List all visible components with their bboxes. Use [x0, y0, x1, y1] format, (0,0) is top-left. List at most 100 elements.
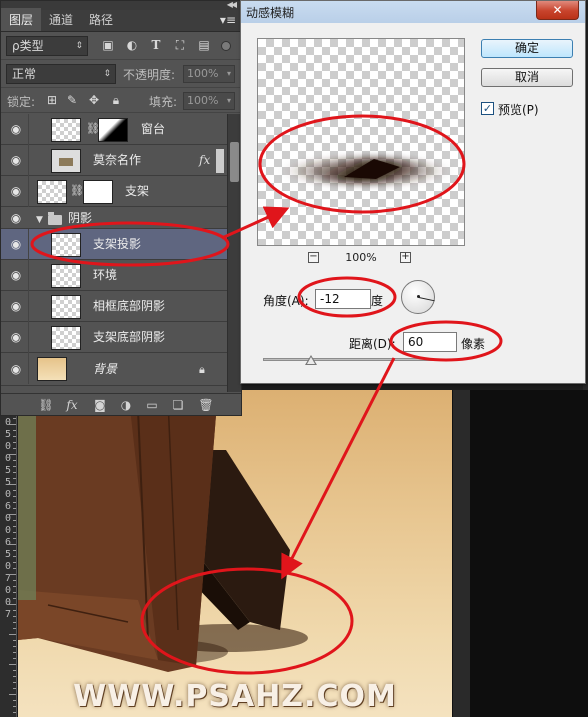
- cancel-button[interactable]: 取消: [481, 68, 573, 87]
- zoom-level: 100%: [345, 251, 377, 264]
- layer-row-environment[interactable]: ◉ 环境: [1, 260, 227, 291]
- add-mask-icon[interactable]: ◙: [91, 396, 109, 414]
- angle-dial-needle: [418, 297, 435, 302]
- visibility-eye-icon[interactable]: ◉: [7, 145, 25, 176]
- ruler-tick: [13, 586, 16, 587]
- ruler-tick: [13, 466, 16, 467]
- layer-mask-thumbnail[interactable]: [98, 118, 128, 142]
- layer-row-windowsill[interactable]: ◉ ⛓ 窗台: [1, 114, 227, 145]
- angle-input[interactable]: -12: [315, 289, 371, 309]
- layer-group-shadow[interactable]: ◉ ▼ 阴影: [1, 207, 227, 229]
- layer-row-support-bottom-shadow[interactable]: ◉ 支架底部阴影: [1, 322, 227, 353]
- ruler-label: 0: [4, 585, 12, 596]
- new-group-icon[interactable]: ▭: [143, 396, 161, 414]
- preview-checkbox[interactable]: ✓: [481, 102, 494, 115]
- ruler-label: 5: [4, 477, 12, 488]
- layer-row-support[interactable]: ◉ ⛓ 支架: [1, 176, 227, 207]
- opacity-field[interactable]: 100% ▾: [183, 65, 235, 83]
- visibility-eye-icon[interactable]: ◉: [7, 229, 25, 260]
- ok-button[interactable]: 确定: [481, 39, 573, 58]
- ruler-label: 6: [4, 537, 12, 548]
- layer-name: 支架投影: [93, 237, 142, 251]
- collapse-panel-icon[interactable]: ◀◀: [227, 0, 237, 9]
- visibility-eye-icon[interactable]: ◉: [7, 114, 25, 145]
- distance-slider-thumb[interactable]: [305, 355, 317, 365]
- visibility-eye-icon[interactable]: ◉: [7, 322, 25, 353]
- chevron-updown-icon: ⇕: [103, 69, 111, 79]
- dialog-title-bar[interactable]: 动感模糊 ✕: [241, 1, 585, 23]
- layer-row-monet[interactable]: ◉ 莫奈名作 fx: [1, 145, 227, 176]
- layers-scrollbar[interactable]: [227, 114, 241, 392]
- ruler-label: 0: [4, 489, 12, 500]
- ruler-tick: [13, 502, 16, 503]
- zoom-out-button[interactable]: −: [308, 252, 319, 263]
- layer-row-frame-bottom-shadow[interactable]: ◉ 相框底部阴影: [1, 291, 227, 322]
- visibility-eye-icon[interactable]: ◉: [7, 260, 25, 291]
- ruler-tick: [13, 580, 16, 581]
- layer-thumbnail: [51, 149, 81, 173]
- angle-dial[interactable]: [401, 280, 435, 314]
- trash-icon[interactable]: 🗑︎: [197, 396, 215, 414]
- ruler-tick: [13, 568, 16, 569]
- layer-thumbnail: [51, 118, 81, 142]
- fill-value: 100%: [187, 94, 219, 107]
- ruler-tick: [13, 628, 16, 629]
- visibility-eye-icon[interactable]: ◉: [7, 291, 25, 322]
- ruler-tick: [13, 712, 16, 713]
- image-filter-icon[interactable]: ▣: [101, 38, 115, 52]
- type-filter-icon[interactable]: T: [149, 38, 163, 52]
- ruler-tick: [13, 676, 16, 677]
- canvas-scrollbar[interactable]: [452, 390, 470, 717]
- lock-image-icon[interactable]: ✎: [65, 93, 79, 107]
- ruler-tick: [9, 424, 16, 425]
- blend-mode-value: 正常: [12, 67, 37, 81]
- ruler-tick: [13, 496, 16, 497]
- panel-tabs: 图层 通道 路径 ▾≡: [1, 8, 241, 32]
- adjustment-layer-icon[interactable]: ◑: [117, 396, 135, 414]
- scrollbar-thumb[interactable]: [230, 142, 239, 182]
- lock-transparent-icon[interactable]: ⊞: [45, 93, 59, 107]
- layer-thumbnail: [51, 295, 81, 319]
- layer-name: 窗台: [141, 122, 166, 136]
- fx-icon[interactable]: fx: [63, 396, 81, 414]
- ruler-tick: [13, 706, 16, 707]
- lock-position-icon[interactable]: ✥: [87, 93, 101, 107]
- distance-slider-track[interactable]: [263, 358, 433, 361]
- layer-row-support-shadow[interactable]: ◉ 支架投影: [1, 229, 227, 260]
- chain-link-icon[interactable]: ⛓: [70, 184, 84, 197]
- shape-filter-icon[interactable]: ⛶: [173, 38, 187, 52]
- layer-filter-value: ρ类型: [12, 39, 44, 53]
- layer-thumbnail: [51, 233, 81, 257]
- ruler-tick: [13, 508, 16, 509]
- layer-name: 支架: [125, 184, 150, 198]
- close-button[interactable]: ✕: [536, 1, 579, 20]
- filter-toggle-icon[interactable]: [221, 41, 231, 51]
- fill-field[interactable]: 100% ▾: [183, 92, 235, 110]
- tab-layers[interactable]: 图层: [1, 8, 42, 31]
- layer-name: 阴影: [68, 211, 93, 225]
- visibility-eye-icon[interactable]: ◉: [7, 207, 25, 229]
- adjustment-filter-icon[interactable]: ◐: [125, 38, 139, 52]
- tab-channels[interactable]: 通道: [41, 8, 81, 31]
- effects-expand-icon[interactable]: [216, 149, 224, 173]
- new-layer-icon[interactable]: ❏: [169, 396, 187, 414]
- tab-paths[interactable]: 路径: [81, 8, 121, 31]
- ruler-tick: [13, 478, 16, 479]
- visibility-eye-icon[interactable]: ◉: [7, 353, 25, 384]
- layer-row-background[interactable]: ◉ 背景 🔒︎: [1, 353, 227, 386]
- visibility-eye-icon[interactable]: ◉: [7, 176, 25, 207]
- layer-mask-thumbnail[interactable]: [83, 180, 113, 204]
- ruler-tick: [9, 604, 16, 605]
- layer-effects-fx-icon[interactable]: fx: [199, 145, 210, 176]
- blend-mode-select[interactable]: 正常 ⇕: [6, 64, 116, 84]
- filter-preview[interactable]: [257, 38, 465, 246]
- link-layers-icon[interactable]: ⛓: [37, 396, 55, 414]
- ruler-tick: [9, 514, 16, 515]
- panel-menu-icon[interactable]: ▾≡: [220, 13, 236, 27]
- zoom-in-button[interactable]: +: [400, 252, 411, 263]
- lock-all-icon[interactable]: 🔒︎: [109, 93, 123, 107]
- layer-filter-select[interactable]: ρ类型 ⇕: [6, 36, 88, 56]
- distance-input[interactable]: 60: [403, 332, 457, 352]
- smart-object-filter-icon[interactable]: ▤: [197, 38, 211, 52]
- ruler-tick: [13, 592, 16, 593]
